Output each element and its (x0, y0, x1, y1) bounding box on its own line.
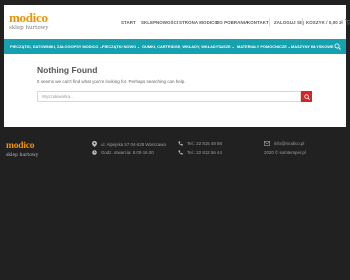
nav-divider (269, 18, 270, 26)
search-icon (303, 93, 310, 100)
nav-kontakt[interactable]: KONTAKT (247, 5, 269, 39)
footer-logo-brand: modico (6, 141, 35, 151)
category-tusze[interactable]: TUSZE⌄ (218, 39, 235, 54)
main-content: Nothing Found It seems we can't find wha… (4, 54, 346, 127)
site-header: modico sklep hurtowy START SKLEP NOWOŚCI… (4, 5, 350, 39)
category-pieczatki[interactable]: PIECZĄTKI, DATOWNIKI, ZAŁOGOPSY MODICO⌄ (10, 39, 102, 54)
not-found-message: It seems we can't find what you're looki… (37, 79, 186, 84)
nav-do-pobrania[interactable]: DO POBRANIA (216, 5, 248, 39)
phone-icon (178, 141, 183, 146)
nav-nowosci[interactable]: NOWOŚCI (156, 5, 178, 39)
chevron-down-icon: ⌄ (231, 45, 235, 49)
map-pin-icon (92, 141, 97, 147)
footer-email[interactable]: info@modico.pl (264, 141, 304, 146)
footer-logo[interactable]: modico sklep hurtowy (6, 141, 40, 158)
cart-link[interactable]: KOSZYK / 0,00 zł (306, 5, 350, 39)
footer-logo-tagline: sklep hurtowy (6, 152, 39, 158)
category-maszyny[interactable]: MASZYNY BŁYSKOWE⌄ (291, 39, 337, 54)
footer-phone-2[interactable]: Tel.: 22 812 56 44 (178, 150, 222, 155)
nav-divider (302, 18, 303, 26)
nav-strona-modico[interactable]: STRONA MODICO (179, 5, 218, 39)
envelope-icon (264, 141, 270, 146)
chevron-down-icon: ⌄ (137, 45, 141, 49)
logo-tagline: sklep hurtowy (9, 25, 49, 31)
nav-sklep[interactable]: SKLEP (141, 5, 156, 39)
page-title: Nothing Found (37, 65, 98, 75)
site-logo[interactable]: modico sklep hurtowy (9, 11, 53, 35)
category-pieczatki-nowo[interactable]: PIECZĄTKI NOWO⌄ (102, 39, 140, 54)
footer-phone-1[interactable]: Tel.: 22 815 48 88 (178, 141, 222, 146)
category-gumki[interactable]: GUMKI, CARTRIDGE, WKŁADY, WKŁADY⌄ (142, 39, 222, 54)
search-input[interactable]: Wyszukiwarka... (37, 91, 301, 102)
footer-address: ul. Alpejska 57 04-628 Warszawa (92, 141, 166, 147)
footer-copyright: 2020 © somtemper.pl (264, 150, 306, 155)
cart-icon (344, 19, 350, 25)
category-materialy[interactable]: MATERIAŁY POMOCNICZE⌄ (237, 39, 291, 54)
search-icon[interactable] (334, 43, 341, 50)
login-link[interactable]: ZALOGUJ SIĘ (274, 5, 304, 39)
clock-icon (92, 150, 97, 155)
search-button[interactable] (301, 91, 312, 102)
phone-icon (178, 150, 183, 155)
footer-hours: Godz. otwarcia: 8.00-16.00 (92, 150, 154, 155)
category-bar: PIECZĄTKI, DATOWNIKI, ZAŁOGOPSY MODICO⌄ … (4, 39, 346, 54)
nav-start[interactable]: START (121, 5, 136, 39)
logo-brand: modico (9, 10, 48, 25)
